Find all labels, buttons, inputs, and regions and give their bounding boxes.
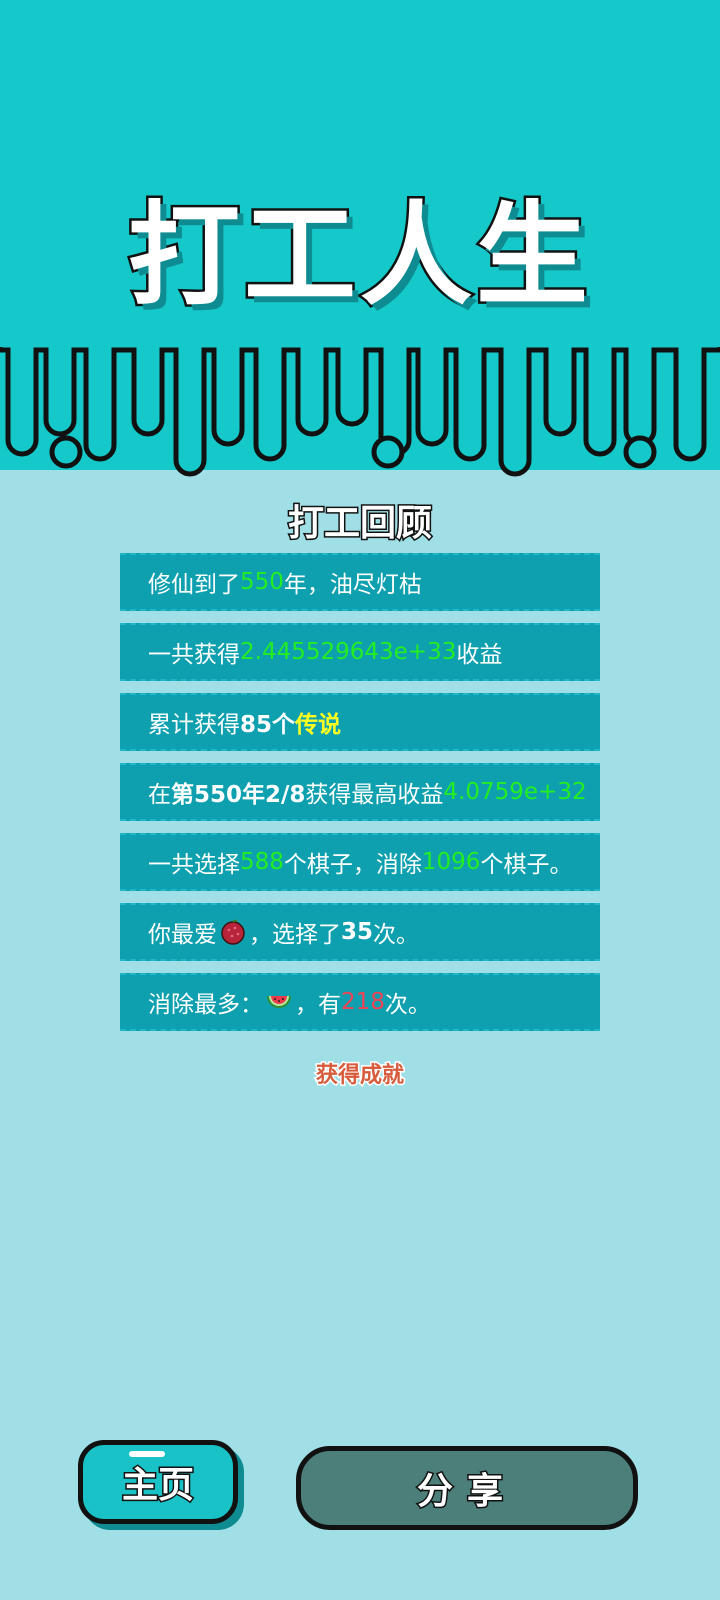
drop [49,435,83,469]
drop [371,435,405,469]
stat-row-legends: 累计获得 85个 传说 [120,693,600,751]
stat-row-total-income: 一共获得 2.445529643e+33 收益 [120,623,600,681]
stat-row-pieces: 一共选择 588 个棋子，消除 1096 个棋子。 [120,833,600,891]
review-heading: 打工回顾 [286,502,433,546]
stat-row-lifespan: 修仙到了 550 年，油尽灯枯 [120,553,600,611]
button-shine [129,1451,165,1457]
stat-row-max-income: 在 第550年2/8 获得最高收益 4.0759e+32 [120,763,600,821]
home-button[interactable]: 主页 [78,1440,238,1524]
stat-row-favorite: 你最爱 ，选择了 35 次。 [120,903,600,961]
share-button[interactable]: 分享 [296,1446,638,1530]
app-title: 打工人生 [126,189,592,324]
lychee-icon [221,919,245,945]
achievements-link[interactable]: 获得成就 [0,1057,720,1090]
stat-row-most-cleared: 消除最多： ，有 218 次。 [120,973,600,1031]
watermelon-icon [267,996,291,1008]
drop [623,435,657,469]
